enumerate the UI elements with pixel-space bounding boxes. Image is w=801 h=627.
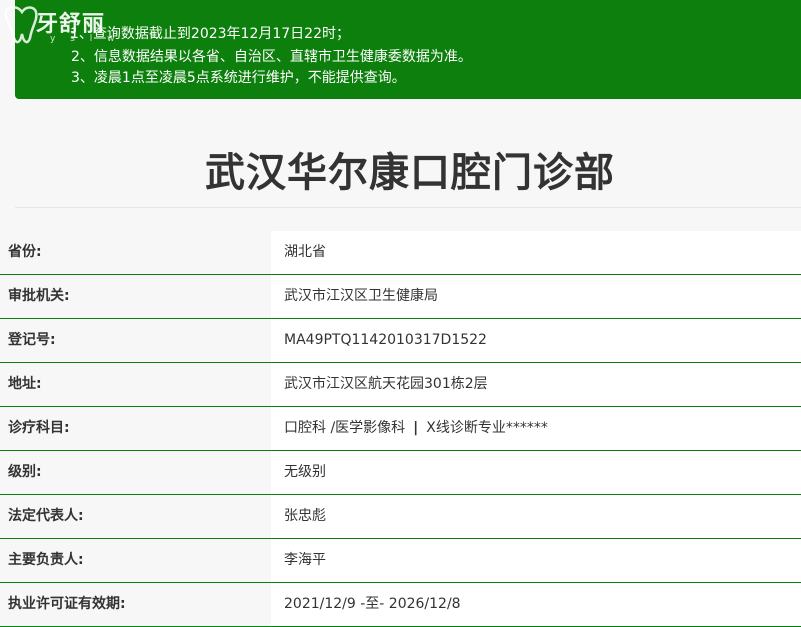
info-label: 法定代表人: [0,495,271,538]
clinic-info-table: 省份: 湖北省 审批机关: 武汉市江汉区卫生健康局 登记号: MA49PTQ11… [0,231,801,627]
notice-line-3: 3、凌晨1点至凌晨5点系统进行维护，不能提供查询。 [71,70,406,86]
info-row-legal-rep: 法定代表人: 张忠彪 [0,495,801,539]
info-value: 张忠彪 [271,495,801,538]
info-value: MA49PTQ1142010317D1522 [271,319,801,362]
info-label: 审批机关: [0,275,271,318]
notice-line-1: 1、查询数据截止到2023年12月17日22时； [70,26,350,42]
info-row-validity: 执业许可证有效期: 2021/12/9 -至- 2026/12/8 [0,583,801,627]
info-value: 湖北省 [271,231,801,274]
info-value: 口腔科 /医学影像科 | X线诊断专业****** [271,407,801,450]
info-value: 无级别 [271,451,801,494]
info-value: 李海平 [271,539,801,582]
info-row-address: 地址: 武汉市江汉区航天花园301栋2层 [0,363,801,407]
info-label: 主要负责人: [0,539,271,582]
info-row-province: 省份: 湖北省 [0,231,801,275]
info-row-level: 级别: 无级别 [0,451,801,495]
info-row-principal: 主要负责人: 李海平 [0,539,801,583]
clinic-title: 武汉华尔康口腔门诊部 [205,150,615,196]
department-separator: | [413,420,419,436]
info-label: 级别: [0,451,271,494]
department-secondary: X线诊断专业****** [426,420,548,436]
info-label: 登记号: [0,319,271,362]
title-divider [15,207,801,208]
info-row-reg-no: 登记号: MA49PTQ1142010317D1522 [0,319,801,363]
notice-banner: 1、查询数据截止到2023年12月17日22时； 2、信息数据结果以各省、自治区… [15,0,801,99]
info-row-authority: 审批机关: 武汉市江汉区卫生健康局 [0,275,801,319]
info-label: 地址: [0,363,271,406]
info-value: 武汉市江汉区卫生健康局 [271,275,801,318]
info-label: 诊疗科目: [0,407,271,450]
info-row-departments: 诊疗科目: 口腔科 /医学影像科 | X线诊断专业****** [0,407,801,451]
info-label: 省份: [0,231,271,274]
department-primary: 口腔科 /医学影像科 [284,420,406,436]
info-value: 2021/12/9 -至- 2026/12/8 [271,583,801,626]
notice-line-2: 2、信息数据结果以各省、自治区、直辖市卫生健康委数据为准。 [71,49,472,65]
info-label: 执业许可证有效期: [0,583,271,626]
info-value: 武汉市江汉区航天花园301栋2层 [271,363,801,406]
